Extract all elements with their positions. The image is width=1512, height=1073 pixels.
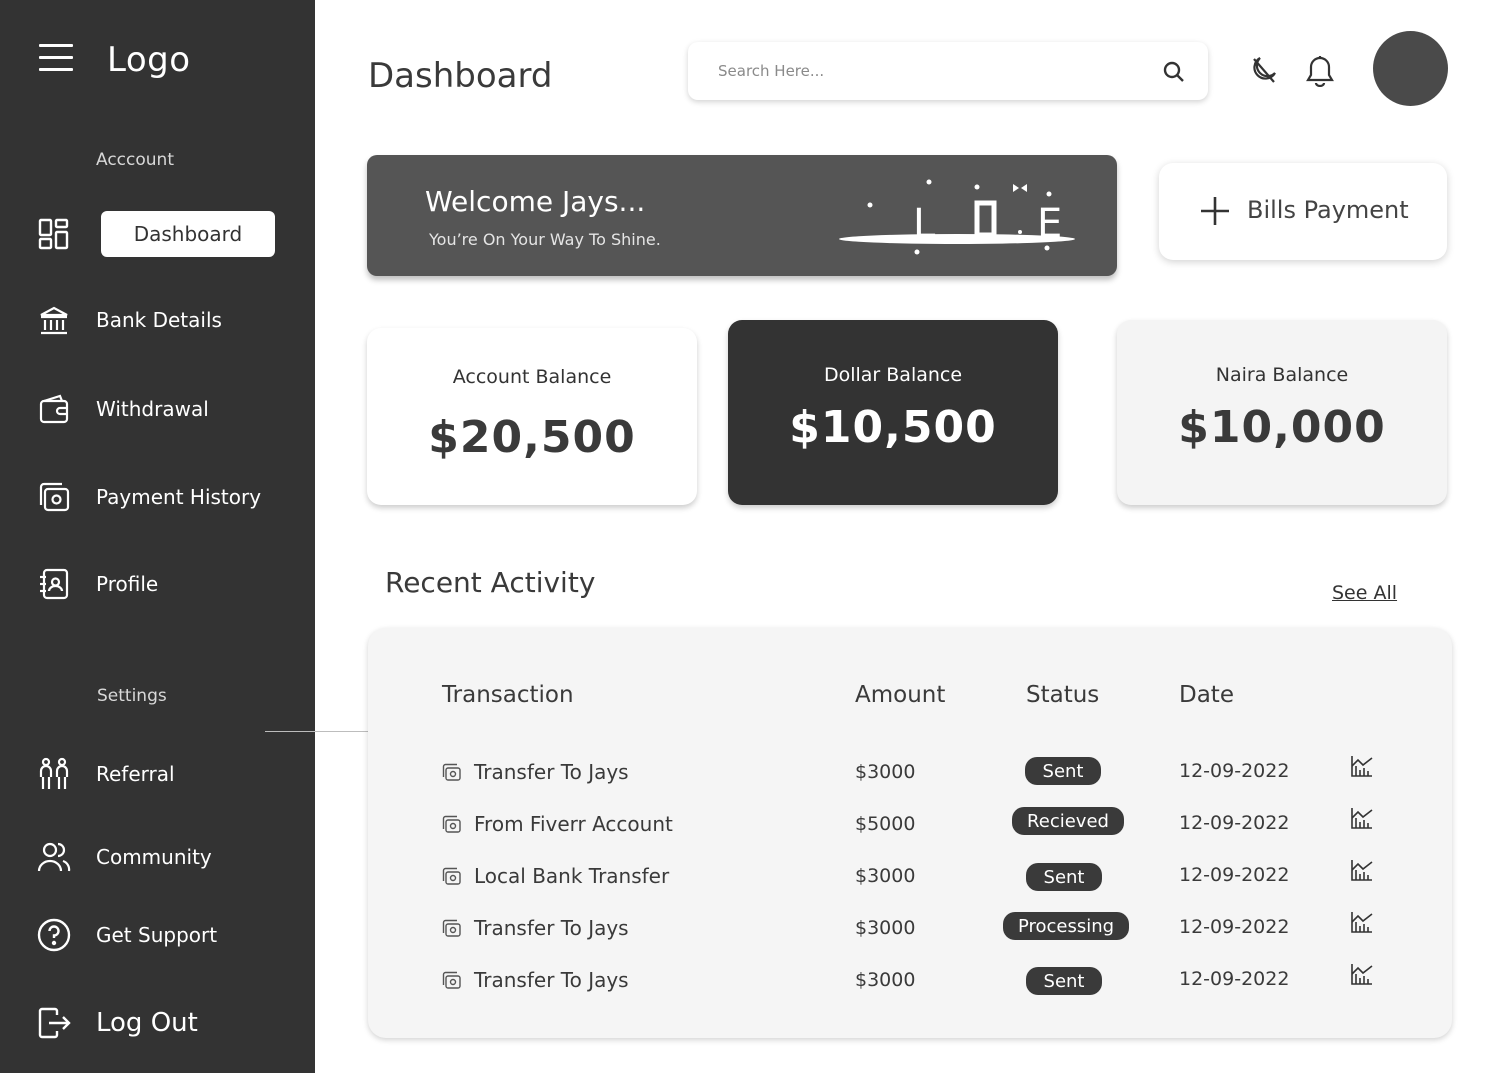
transaction-name: Transfer To Jays xyxy=(474,916,629,940)
dollar-balance-card[interactable]: Dollar Balance $10,500 xyxy=(728,320,1058,505)
menu-icon[interactable] xyxy=(39,44,73,74)
table-row[interactable]: Transfer To Jays $3000 Sent 12-09-2022 xyxy=(368,756,1452,800)
bar-chart-icon[interactable] xyxy=(1350,806,1374,834)
logo: Logo xyxy=(107,40,191,80)
people-icon xyxy=(36,756,72,792)
welcome-subtitle: You’re On Your Way To Shine. xyxy=(429,230,661,249)
sidebar-item-label: Log Out xyxy=(96,1008,198,1038)
svg-text:L: L xyxy=(913,201,936,247)
status-badge: Recieved xyxy=(1012,807,1124,835)
wallet-icon xyxy=(36,391,72,427)
cash-icon xyxy=(442,867,462,891)
balance-value: $10,500 xyxy=(789,402,997,453)
status-badge: Sent xyxy=(1026,863,1102,891)
transaction-name: Transfer To Jays xyxy=(474,760,629,784)
transaction-amount: $3000 xyxy=(855,969,916,991)
cash-icon xyxy=(442,815,462,839)
sidebar-item-community[interactable]: Community xyxy=(0,832,315,882)
transaction-amount: $5000 xyxy=(855,813,916,835)
bar-chart-icon[interactable] xyxy=(1350,858,1374,886)
naira-balance-card[interactable]: Naira Balance $10,000 xyxy=(1117,320,1447,505)
status-badge: Processing xyxy=(1003,912,1129,940)
transaction-date: 12-09-2022 xyxy=(1179,812,1290,834)
page-title: Dashboard xyxy=(368,56,553,96)
search-bar xyxy=(688,42,1208,100)
sidebar-item-label: Community xyxy=(96,845,212,869)
settings-section-label: Settings xyxy=(97,686,167,706)
sidebar-item-log-out[interactable]: Log Out xyxy=(0,998,315,1048)
transaction-amount: $3000 xyxy=(855,761,916,783)
welcome-banner: Welcome Jays... You’re On Your Way To Sh… xyxy=(367,155,1117,276)
table-row[interactable]: Local Bank Transfer $3000 Sent 12-09-202… xyxy=(368,860,1452,904)
transaction-date: 12-09-2022 xyxy=(1179,968,1290,990)
sidebar-item-label: Payment History xyxy=(96,485,262,509)
transaction-name: From Fiverr Account xyxy=(474,812,673,836)
transaction-date: 12-09-2022 xyxy=(1179,864,1290,886)
bar-chart-icon[interactable] xyxy=(1350,910,1374,938)
cash-icon xyxy=(442,971,462,995)
sidebar-item-profile[interactable]: Profile xyxy=(0,559,315,609)
table-row[interactable]: From Fiverr Account $5000 Recieved 12-09… xyxy=(368,807,1452,852)
recent-activity-title: Recent Activity xyxy=(385,566,596,599)
contact-book-icon xyxy=(36,566,72,602)
sidebar-item-get-support[interactable]: Get Support xyxy=(0,910,315,960)
bills-payment-button[interactable]: Bills Payment xyxy=(1159,163,1447,260)
balance-value: $20,500 xyxy=(428,412,636,463)
sidebar-item-bank-details[interactable]: Bank Details xyxy=(0,295,315,345)
community-icon xyxy=(36,839,72,875)
status-badge: Sent xyxy=(1025,757,1101,785)
transaction-name: Transfer To Jays xyxy=(474,968,629,992)
balance-label: Account Balance xyxy=(452,366,612,388)
love-illustration: L E xyxy=(839,179,1075,255)
balance-label: Naira Balance xyxy=(1215,364,1349,386)
bills-payment-label: Bills Payment xyxy=(1247,196,1409,224)
plus-icon xyxy=(1199,195,1231,231)
dark-mode-moon-icon[interactable] xyxy=(1248,55,1278,89)
sidebar-item-dashboard[interactable]: Dashboard xyxy=(0,209,315,259)
transaction-amount: $3000 xyxy=(855,865,916,887)
sidebar-item-label: Profile xyxy=(96,572,159,596)
search-icon[interactable] xyxy=(1162,60,1186,88)
transaction-date: 12-09-2022 xyxy=(1179,916,1290,938)
account-section-label: Acccount xyxy=(96,150,174,170)
balance-value: $10,000 xyxy=(1178,402,1386,453)
bank-icon xyxy=(36,302,72,338)
transaction-name: Local Bank Transfer xyxy=(474,864,670,888)
column-header-amount: Amount xyxy=(855,682,946,708)
bar-chart-icon[interactable] xyxy=(1350,754,1374,782)
cash-icon xyxy=(442,919,462,943)
transaction-date: 12-09-2022 xyxy=(1179,760,1290,782)
column-header-date: Date xyxy=(1179,682,1234,708)
status-badge: Sent xyxy=(1026,967,1102,995)
sidebar-item-referral[interactable]: Referral xyxy=(0,749,315,799)
see-all-link[interactable]: See All xyxy=(1332,582,1397,604)
sidebar-item-withdrawal[interactable]: Withdrawal xyxy=(0,384,315,434)
cash-history-icon xyxy=(36,479,72,515)
sidebar-item-label: Withdrawal xyxy=(96,397,209,421)
sidebar-item-label: Get Support xyxy=(96,923,218,947)
balance-label: Dollar Balance xyxy=(823,364,963,386)
table-row[interactable]: Transfer To Jays $3000 Sent 12-09-2022 xyxy=(368,964,1452,1008)
bar-chart-icon[interactable] xyxy=(1350,962,1374,990)
help-icon xyxy=(36,917,72,953)
sidebar-item-label: Bank Details xyxy=(96,308,222,332)
sidebar-item-label: Referral xyxy=(96,762,175,786)
sidebar: Logo Acccount Dashboard Bank Details Wit… xyxy=(0,0,315,1073)
column-header-status: Status xyxy=(1026,682,1100,708)
column-header-transaction: Transaction xyxy=(442,682,574,708)
logout-icon xyxy=(36,1005,72,1041)
search-input[interactable] xyxy=(718,62,1138,80)
dashboard-grid-icon xyxy=(36,216,72,252)
transaction-amount: $3000 xyxy=(855,917,916,939)
sidebar-item-payment-history[interactable]: Payment History xyxy=(0,472,315,522)
svg-text:E: E xyxy=(1037,201,1062,247)
table-row[interactable]: Transfer To Jays $3000 Processing 12-09-… xyxy=(368,912,1452,956)
sidebar-item-label: Dashboard xyxy=(101,211,275,257)
welcome-title: Welcome Jays... xyxy=(425,185,646,218)
bell-icon[interactable] xyxy=(1305,55,1335,91)
avatar[interactable] xyxy=(1373,31,1448,106)
account-balance-card[interactable]: Account Balance $20,500 xyxy=(367,328,697,505)
cash-icon xyxy=(442,763,462,787)
